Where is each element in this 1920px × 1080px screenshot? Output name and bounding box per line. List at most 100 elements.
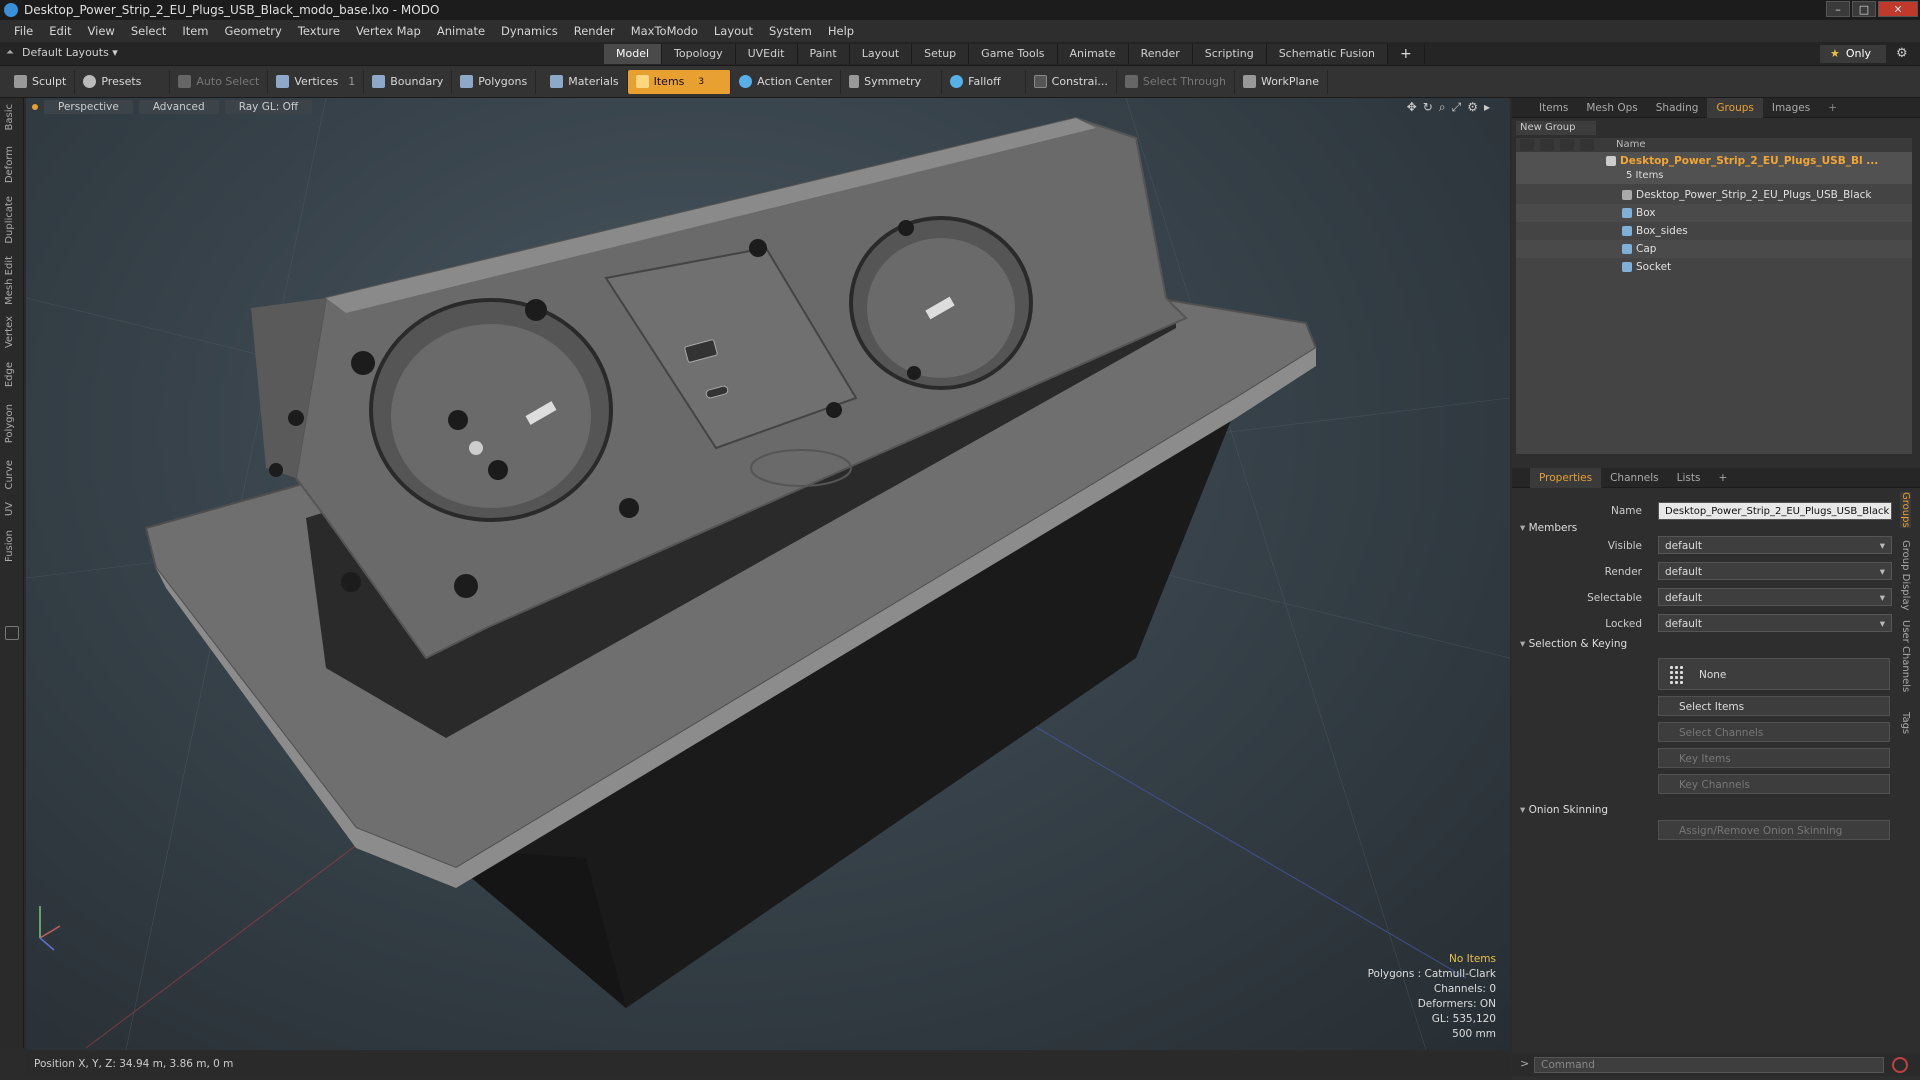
symmetry-button[interactable]: Symmetry [841, 69, 943, 94]
new-group-button[interactable]: New Group [1516, 121, 1596, 135]
menu-item[interactable]: Item [174, 24, 216, 38]
lock-icon[interactable] [1580, 139, 1594, 151]
tab-mesh-ops[interactable]: Mesh Ops [1577, 98, 1646, 118]
left-tab-deform[interactable]: Deform [4, 146, 15, 183]
tab-properties[interactable]: Properties [1530, 467, 1602, 488]
select-items-button[interactable]: Select Items [1658, 696, 1890, 716]
viewport-more-icon[interactable]: ▸ [1484, 100, 1490, 115]
side-tab-user-channels[interactable]: User Channels [1900, 620, 1911, 692]
left-tab-edge[interactable]: Edge [4, 362, 15, 387]
expand-up-icon[interactable]: ⏶ [6, 47, 14, 58]
pan-icon[interactable]: ✥ [1407, 100, 1417, 115]
side-tab-group-display[interactable]: Group Display [1900, 540, 1911, 610]
menu-help[interactable]: Help [820, 24, 862, 38]
workplane-button[interactable]: WorkPlane [1235, 69, 1328, 94]
list-item[interactable]: Box_sides [1516, 222, 1912, 240]
polygons-button[interactable]: Polygons [452, 69, 537, 94]
render-icon[interactable] [1540, 139, 1554, 151]
action-center-button[interactable]: Action Center [731, 69, 842, 94]
locked-select[interactable]: default [1658, 614, 1892, 633]
left-tab-vertex[interactable]: Vertex [4, 316, 15, 348]
menu-texture[interactable]: Texture [290, 24, 348, 38]
tab-layout[interactable]: Layout [849, 44, 913, 64]
palette-toggle-icon[interactable] [5, 626, 19, 640]
menu-animate[interactable]: Animate [429, 24, 493, 38]
menu-select[interactable]: Select [123, 24, 174, 38]
items-button[interactable]: Items 3 [627, 69, 732, 94]
tab-groups[interactable]: Groups [1707, 97, 1763, 118]
tab-items[interactable]: Items [1530, 98, 1577, 118]
render-select[interactable]: default [1658, 562, 1892, 581]
list-item[interactable]: Box [1516, 204, 1912, 222]
menu-layout[interactable]: Layout [706, 24, 761, 38]
menu-system[interactable]: System [761, 24, 820, 38]
falloff-button[interactable]: Falloff [942, 69, 1026, 94]
menu-render[interactable]: Render [566, 24, 623, 38]
add-tab-button[interactable]: + [1388, 44, 1425, 64]
tab-channels[interactable]: Channels [1601, 468, 1668, 488]
select-channels-button[interactable]: Select Channels [1658, 722, 1890, 742]
key-items-button[interactable]: Key Items [1658, 748, 1890, 768]
tab-topology[interactable]: Topology [662, 44, 736, 64]
left-tab-mesh-edit[interactable]: Mesh Edit [4, 256, 15, 305]
shading-mode-button[interactable]: Advanced [138, 100, 219, 114]
menu-edit[interactable]: Edit [41, 24, 79, 38]
tab-model[interactable]: Model [604, 44, 663, 64]
constraint-button[interactable]: Constrai... [1026, 69, 1117, 94]
none-button[interactable]: None [1658, 658, 1890, 690]
selectable-select[interactable]: default [1658, 588, 1892, 607]
command-input[interactable]: Command [1534, 1057, 1884, 1073]
only-button[interactable]: ★ Only [1820, 45, 1886, 63]
menu-vertex-map[interactable]: Vertex Map [348, 24, 429, 38]
tab-uvedit[interactable]: UVEdit [735, 44, 798, 64]
3d-viewport[interactable]: Perspective Advanced Ray GL: Off ✥ ↻ ⌕ ⤢… [26, 98, 1510, 1050]
record-macro-icon[interactable] [1892, 1057, 1908, 1073]
left-tab-polygon[interactable]: Polygon [4, 404, 15, 443]
name-column-header[interactable]: Name [1616, 139, 1646, 150]
list-item[interactable]: Cap [1516, 240, 1912, 258]
left-tab-basic[interactable]: Basic [4, 104, 15, 130]
fit-icon[interactable]: ⤢ [1452, 100, 1462, 115]
tab-images[interactable]: Images [1763, 98, 1819, 118]
selection-keying-section[interactable]: Selection & Keying [1520, 638, 1628, 650]
select-icon[interactable] [1560, 139, 1574, 151]
menu-geometry[interactable]: Geometry [217, 24, 290, 38]
raygl-button[interactable]: Ray GL: Off [224, 100, 313, 114]
presets-button[interactable]: Presets [75, 69, 171, 94]
key-channels-button[interactable]: Key Channels [1658, 774, 1890, 794]
tab-paint[interactable]: Paint [797, 44, 850, 64]
side-tab-tags[interactable]: Tags [1900, 712, 1911, 734]
gear-icon[interactable]: ⚙ [1896, 46, 1908, 61]
tab-game-tools[interactable]: Game Tools [969, 44, 1058, 64]
tab-scripting[interactable]: Scripting [1192, 44, 1267, 64]
vertices-button[interactable]: Vertices 1 [268, 69, 365, 94]
onion-skinning-button[interactable]: Assign/Remove Onion Skinning [1658, 820, 1890, 840]
tab-animate[interactable]: Animate [1057, 44, 1129, 64]
boundary-button[interactable]: Boundary [364, 69, 453, 94]
view-mode-button[interactable]: Perspective [44, 100, 133, 114]
layout-selector[interactable]: ⏶ Default Layouts ▾ [6, 46, 118, 59]
left-tab-curve[interactable]: Curve [4, 460, 15, 490]
maximize-button[interactable]: □ [1852, 1, 1876, 17]
viewport-settings-icon[interactable]: ⚙ [1467, 100, 1478, 115]
minimize-button[interactable]: – [1826, 1, 1850, 17]
tab-setup[interactable]: Setup [912, 44, 970, 64]
menu-view[interactable]: View [80, 24, 123, 38]
side-tab-groups[interactable]: Groups [1900, 492, 1911, 528]
tab-shading[interactable]: Shading [1647, 98, 1708, 118]
eye-icon[interactable] [1520, 139, 1534, 151]
left-tab-fusion[interactable]: Fusion [4, 530, 15, 562]
zoom-icon[interactable]: ⌕ [1439, 100, 1446, 115]
add-panel-tab-button[interactable]: + [1819, 98, 1846, 118]
add-properties-tab-button[interactable]: + [1709, 468, 1736, 488]
left-tab-duplicate[interactable]: Duplicate [4, 196, 15, 244]
onion-skinning-section[interactable]: Onion Skinning [1520, 804, 1608, 816]
tab-render[interactable]: Render [1128, 44, 1193, 64]
viewport-menu-icon[interactable] [32, 104, 38, 110]
tab-lists[interactable]: Lists [1668, 468, 1710, 488]
materials-button[interactable]: Materials [542, 69, 628, 94]
rotate-icon[interactable]: ↻ [1423, 100, 1433, 115]
auto-select-button[interactable]: Auto Select [170, 69, 269, 94]
list-item[interactable]: Desktop_Power_Strip_2_EU_Plugs_USB_Black [1516, 186, 1912, 204]
left-tab-uv[interactable]: UV [4, 502, 15, 516]
